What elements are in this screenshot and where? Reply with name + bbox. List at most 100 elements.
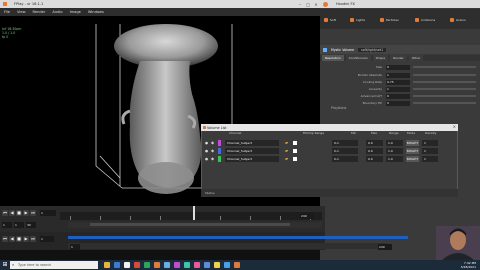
mode-dropdown[interactable]: BRIGHT xyxy=(406,140,419,146)
taskbar-search-input[interactable]: ⌕ Type here to search xyxy=(10,261,98,269)
taskbar-app-icon[interactable] xyxy=(204,262,210,268)
param-value-field[interactable]: 0 xyxy=(386,64,410,70)
play-icon[interactable]: ▶ xyxy=(23,236,29,242)
param-slider[interactable] xyxy=(413,66,476,68)
start-field[interactable]: 1 xyxy=(2,222,12,228)
density-field[interactable]: 1 xyxy=(422,140,438,146)
fps-field[interactable]: 30 xyxy=(26,222,36,228)
shelf-tab-soft[interactable]: Soft xyxy=(324,17,336,22)
mode-dropdown[interactable]: BRIGHT xyxy=(406,148,419,154)
lock-icon[interactable]: ◆ xyxy=(211,148,214,154)
taskbar-app-icon[interactable] xyxy=(104,262,110,268)
range-start-field[interactable]: 1 xyxy=(70,244,80,250)
max-field[interactable]: 1.0 xyxy=(386,156,403,162)
folder-icon[interactable]: ▰ xyxy=(285,140,291,146)
channel-color-swatch[interactable] xyxy=(218,148,221,154)
playhead[interactable] xyxy=(193,206,195,220)
tab-shape[interactable]: Shape xyxy=(372,55,389,61)
range-slider-bar[interactable] xyxy=(90,223,290,226)
visibility-eye-icon[interactable]: ● xyxy=(205,157,209,161)
param-slider[interactable] xyxy=(413,95,476,97)
timeline-ruler[interactable] xyxy=(60,212,322,220)
tab-conditioners[interactable]: Conditioners xyxy=(345,55,371,61)
taskbar-app-icon[interactable] xyxy=(184,262,190,268)
range-slider[interactable] xyxy=(68,243,388,249)
dialog-titlebar[interactable]: Volume List × xyxy=(201,124,458,131)
system-clock[interactable]: 7:42 PM 3/28/2021 xyxy=(448,260,478,270)
folder-icon[interactable]: ▰ xyxy=(285,156,291,162)
taskbar-app-icon[interactable] xyxy=(114,262,120,268)
tab-render[interactable]: Render xyxy=(390,55,407,61)
shelf-tab-collisions[interactable]: Collisions xyxy=(415,17,435,22)
jump-end-icon[interactable]: ⏭ xyxy=(30,210,36,216)
menu-file[interactable]: File xyxy=(4,10,10,14)
taskbar-app-icon[interactable] xyxy=(134,262,140,268)
jump-end-icon[interactable]: ⏭ xyxy=(30,236,36,242)
tab-resolution[interactable]: Resolution xyxy=(322,55,344,61)
jump-start-icon[interactable]: ⏮ xyxy=(2,236,8,242)
taskbar-app-icon[interactable] xyxy=(224,262,230,268)
node-path-field[interactable]: soft/light/set1 xyxy=(358,47,387,52)
param-value-field[interactable]: 0 xyxy=(386,93,410,99)
min-field[interactable]: 0.0 xyxy=(366,140,383,146)
menu-image[interactable]: Image xyxy=(70,10,81,14)
taskbar-app-icon[interactable] xyxy=(164,262,170,268)
min-field[interactable]: 0.0 xyxy=(366,156,383,162)
min-field[interactable]: 0.0 xyxy=(366,148,383,154)
mode-dropdown[interactable]: BRIGHT xyxy=(406,156,419,162)
taskbar-app-icon[interactable] xyxy=(154,262,160,268)
max-field[interactable]: 1.0 xyxy=(386,148,403,154)
range-end-field[interactable]: 240 xyxy=(378,244,392,250)
range-field[interactable]: 0-1 xyxy=(332,148,358,154)
play-icon[interactable]: ▶ xyxy=(23,210,29,216)
shelf-tab-lights[interactable]: Lights xyxy=(350,17,365,22)
end-field[interactable]: 1 xyxy=(14,222,24,228)
step-back-icon[interactable]: ◀ xyxy=(9,210,15,216)
density-field[interactable]: 1 xyxy=(422,148,438,154)
param-value-field[interactable]: 1 xyxy=(386,72,410,78)
jump-start-icon[interactable]: ⏮ xyxy=(2,210,8,216)
stop-icon[interactable]: ■ xyxy=(16,236,22,242)
menu-audio[interactable]: Audio xyxy=(52,10,62,14)
param-value-field[interactable]: 0 xyxy=(386,100,410,106)
menu-render[interactable]: Render xyxy=(33,10,46,14)
swatch-icon[interactable] xyxy=(293,149,297,153)
param-value-field[interactable]: 0.75 xyxy=(386,79,410,85)
step-back-icon[interactable]: ◀ xyxy=(9,236,15,242)
density-field[interactable]: 1 xyxy=(422,156,438,162)
visibility-eye-icon[interactable]: ● xyxy=(205,149,209,153)
max-field[interactable]: 1.0 xyxy=(386,140,403,146)
channel-name-field[interactable]: Channel_Subject xyxy=(225,156,279,162)
folder-icon[interactable]: ▰ xyxy=(285,148,291,154)
close-icon[interactable]: × xyxy=(312,0,320,8)
shelf-tab-particles[interactable]: Particles xyxy=(380,17,399,22)
taskbar-app-icon[interactable] xyxy=(214,262,220,268)
node-name[interactable]: Mystic Volume xyxy=(331,48,354,52)
lock-icon[interactable]: ◆ xyxy=(211,140,214,146)
frame-counter[interactable]: 1 xyxy=(40,236,54,242)
range-field[interactable]: 0-1 xyxy=(332,140,358,146)
visibility-eye-icon[interactable]: ● xyxy=(205,141,209,145)
stop-icon[interactable]: ■ xyxy=(16,210,22,216)
range-slider[interactable] xyxy=(68,222,322,228)
taskbar-app-icon[interactable] xyxy=(194,262,200,268)
maximize-icon[interactable]: □ xyxy=(304,0,312,8)
menu-windows[interactable]: Windows xyxy=(88,10,104,14)
channel-color-swatch[interactable] xyxy=(218,140,221,146)
taskbar-app-icon[interactable] xyxy=(124,262,130,268)
channel-name-field[interactable]: Channel_Subject xyxy=(225,148,279,154)
channel-name-field[interactable]: Channel_Subject xyxy=(225,140,279,146)
swatch-icon[interactable] xyxy=(293,141,297,145)
minimize-icon[interactable]: – xyxy=(296,0,304,8)
param-value-field[interactable]: 1 xyxy=(386,86,410,92)
channel-color-swatch[interactable] xyxy=(218,156,221,162)
menu-view[interactable]: View xyxy=(17,10,26,14)
swatch-icon[interactable] xyxy=(293,157,297,161)
param-slider[interactable] xyxy=(413,81,476,83)
param-slider[interactable] xyxy=(413,74,476,76)
current-frame-field[interactable]: 1 xyxy=(40,210,56,216)
dialog-close-icon[interactable]: × xyxy=(453,124,456,129)
shelf-tab-grains[interactable]: Grains xyxy=(450,17,466,22)
windows-start-icon[interactable]: ⊞ xyxy=(1,261,9,269)
end-frame-field[interactable]: 240 xyxy=(300,213,314,219)
